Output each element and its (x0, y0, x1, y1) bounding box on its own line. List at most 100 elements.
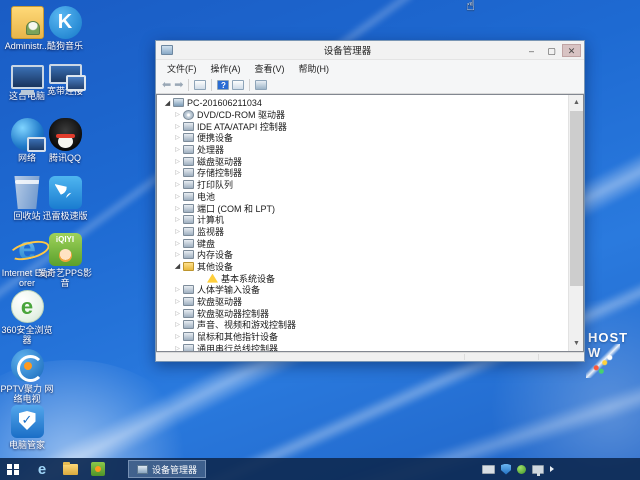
scan-hardware-icon[interactable] (255, 80, 267, 90)
desktop-icon-label: 酷狗音乐 (38, 41, 92, 51)
tree-item[interactable]: ▷处理器 (157, 144, 568, 156)
app-icon (91, 462, 105, 476)
360-safe-browser-icon (11, 290, 44, 323)
desktop-icon-kugou-music[interactable]: 酷狗音乐 (38, 6, 92, 51)
expand-icon[interactable]: ▷ (173, 345, 182, 352)
maximize-button[interactable]: ▢ (542, 44, 561, 57)
expand-icon[interactable]: ▷ (173, 216, 182, 223)
vertical-scrollbar[interactable]: ▲ ▼ (568, 95, 583, 351)
start-button[interactable] (0, 458, 26, 480)
forward-icon[interactable]: ➡ (174, 78, 183, 92)
tree-item[interactable]: ▷DVD/CD-ROM 驱动器 (157, 109, 568, 121)
firework-graphic (586, 344, 620, 378)
desktop-icon-pc-manager[interactable]: 电脑管家 (0, 405, 54, 450)
pc-manager-shield-icon[interactable] (501, 464, 511, 475)
tree-item[interactable]: ▷人体学输入设备 (157, 284, 568, 296)
tree-item[interactable]: ▷监视器 (157, 226, 568, 238)
generic-device-icon (183, 309, 194, 318)
expand-icon[interactable]: ▷ (173, 286, 182, 293)
expand-icon[interactable]: ▷ (173, 146, 182, 153)
desktop-icon-360-safe-browser[interactable]: 360安全浏览器 (0, 290, 54, 345)
scroll-down-icon[interactable]: ▼ (569, 336, 584, 351)
tree-item[interactable]: ▷计算机 (157, 214, 568, 226)
desktop-icon-label: 腾讯QQ (38, 153, 92, 163)
desktop-icon-broadband-connection[interactable]: 宽带连接 (38, 62, 92, 96)
list-icon[interactable] (194, 80, 206, 90)
taskbar-file-explorer[interactable] (58, 458, 82, 480)
generic-device-icon (183, 344, 194, 352)
expand-icon[interactable]: ▷ (173, 205, 182, 212)
tree-item[interactable]: ▷内存设备 (157, 249, 568, 261)
expand-icon[interactable]: ▷ (173, 193, 182, 200)
tree-item[interactable]: ▷鼠标和其他指针设备 (157, 331, 568, 343)
menu-item-1[interactable]: 操作(A) (204, 60, 248, 77)
collapse-icon[interactable]: ◢ (163, 99, 172, 107)
device-manager-window: 设备管理器 – ▢ ✕ 文件(F)操作(A)查看(V)帮助(H) ⬅ ➡ ? ◢… (155, 40, 585, 362)
expand-icon[interactable]: ▷ (173, 298, 182, 305)
expand-icon[interactable]: ▷ (173, 333, 182, 340)
tree-item[interactable]: ▷便携设备 (157, 132, 568, 144)
tree-item-label: PC-201606211034 (187, 98, 262, 108)
tree-item[interactable]: ▷软盘驱动器 (157, 296, 568, 308)
expand-icon[interactable]: ▷ (173, 310, 182, 317)
input-indicator-icon[interactable] (482, 465, 495, 474)
expand-icon[interactable]: ▷ (173, 111, 182, 118)
scroll-up-icon[interactable]: ▲ (569, 95, 584, 110)
task-button-device-manager[interactable]: 设备管理器 (128, 460, 206, 478)
desktop-icon-label: 电脑管家 (0, 440, 54, 450)
tree-item[interactable]: ▷存储控制器 (157, 167, 568, 179)
close-button[interactable]: ✕ (562, 44, 581, 57)
menu-item-2[interactable]: 查看(V) (248, 60, 292, 77)
window-titlebar[interactable]: 设备管理器 – ▢ ✕ (156, 41, 584, 59)
desktop-icon-tencent-qq[interactable]: 腾讯QQ (38, 118, 92, 163)
tree-item[interactable]: ◢ PC-201606211034 (157, 97, 568, 109)
properties-icon[interactable] (232, 80, 244, 90)
scrollbar-thumb[interactable] (570, 111, 583, 286)
expand-icon[interactable]: ▷ (173, 158, 182, 165)
expand-icon[interactable]: ▷ (173, 123, 182, 130)
back-icon[interactable]: ⬅ (162, 78, 171, 92)
kugou-music-icon (49, 6, 82, 39)
tree-item[interactable]: ▷键盘 (157, 237, 568, 249)
expand-icon[interactable]: ▷ (173, 251, 182, 258)
expand-icon[interactable]: ▷ (173, 321, 182, 328)
menu-item-0[interactable]: 文件(F) (160, 60, 204, 77)
tree-item[interactable]: ▷磁盘驱动器 (157, 155, 568, 167)
expand-icon[interactable]: ▷ (173, 134, 182, 141)
desktop-icon-pptv[interactable]: PPTV聚力 网络电视 (0, 349, 54, 404)
desktop-icon-iqiyi-pps[interactable]: 爱奇艺PPS影音 (38, 233, 92, 288)
desktop-icon-label: 爱奇艺PPS影音 (38, 268, 92, 288)
generic-device-icon (183, 122, 194, 131)
taskbar-app[interactable] (86, 458, 110, 480)
generic-device-icon (183, 250, 194, 259)
minimize-button[interactable]: – (522, 44, 541, 57)
generic-device-icon (183, 320, 194, 329)
help-icon[interactable]: ? (217, 80, 229, 90)
collapse-icon[interactable]: ◢ (173, 262, 182, 270)
expand-icon[interactable]: ▷ (173, 228, 182, 235)
tree-item[interactable]: ▷IDE ATA/ATAPI 控制器 (157, 120, 568, 132)
tree-item[interactable]: ▷声音、视频和游戏控制器 (157, 319, 568, 331)
pptv-icon (11, 349, 44, 382)
tree-item[interactable]: 基本系统设备 (157, 272, 568, 284)
device-tree: ◢ PC-201606211034▷DVD/CD-ROM 驱动器▷IDE ATA/… (157, 97, 568, 352)
generic-device-icon (183, 227, 194, 236)
expand-icon[interactable]: ▷ (173, 169, 182, 176)
toolbar-separator (188, 79, 189, 91)
tree-item[interactable]: ▷软盘驱动器控制器 (157, 307, 568, 319)
tree-item[interactable]: ▷电池 (157, 191, 568, 203)
menu-item-3[interactable]: 帮助(H) (292, 60, 337, 77)
generic-device-icon (183, 192, 194, 201)
notification-arrow-icon[interactable] (550, 466, 554, 472)
tree-item[interactable]: ▷打印队列 (157, 179, 568, 191)
desktop-icon-xunlei-speed[interactable]: 迅雷极速版 (38, 176, 92, 221)
network-icon[interactable] (532, 465, 544, 474)
cd-device-icon (183, 110, 194, 120)
tree-item[interactable]: ◢其他设备 (157, 261, 568, 273)
tree-item[interactable]: ▷通用串行总线控制器 (157, 342, 568, 352)
expand-icon[interactable]: ▷ (173, 181, 182, 188)
green-status-icon[interactable] (517, 465, 526, 474)
taskbar-internet-explorer[interactable]: e (30, 458, 54, 480)
expand-icon[interactable]: ▷ (173, 240, 182, 247)
tree-item[interactable]: ▷端口 (COM 和 LPT) (157, 202, 568, 214)
